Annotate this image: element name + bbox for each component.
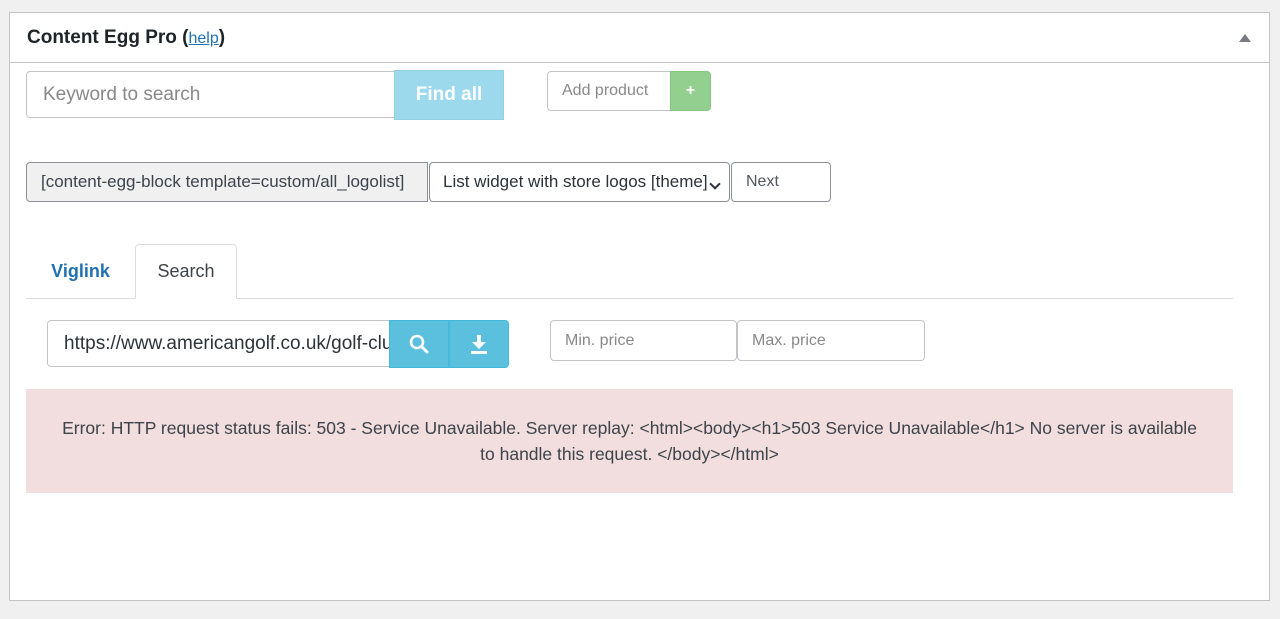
max-price-input[interactable] (737, 320, 925, 361)
download-icon (471, 335, 487, 354)
next-field[interactable]: Next (731, 162, 831, 202)
metabox-title: Content Egg Pro (help) (27, 27, 225, 50)
download-button[interactable] (449, 320, 509, 368)
collapse-toggle-icon[interactable] (1239, 34, 1251, 42)
error-alert: Error: HTTP request status fails: 503 - … (26, 389, 1233, 493)
help-link[interactable]: help (189, 30, 219, 47)
add-product-input[interactable] (547, 71, 671, 111)
metabox-header: Content Egg Pro (help) (10, 13, 1269, 63)
shortcode-field[interactable]: [content-egg-block template=custom/all_l… (26, 162, 428, 202)
template-select[interactable]: List widget with store logos [theme] (429, 162, 730, 202)
add-product-button[interactable]: + (670, 71, 711, 111)
find-all-button[interactable]: Find all (394, 70, 504, 120)
tab-viglink[interactable]: Viglink (26, 245, 135, 298)
search-button[interactable] (389, 320, 449, 368)
error-message: Error: HTTP request status fails: 503 - … (62, 418, 1197, 464)
tab-search[interactable]: Search (135, 244, 237, 299)
keyword-search-input[interactable] (26, 71, 395, 118)
url-search-input[interactable]: https://www.americangolf.co.uk/golf-club… (47, 320, 390, 367)
help-paren-close: ) (218, 27, 226, 48)
magnifier-icon (409, 334, 429, 354)
template-select-value: List widget with store logos [theme] (443, 172, 708, 191)
metabox-title-text: Content Egg Pro (27, 27, 177, 48)
min-price-input[interactable] (550, 320, 737, 361)
chevron-down-icon (709, 178, 721, 190)
